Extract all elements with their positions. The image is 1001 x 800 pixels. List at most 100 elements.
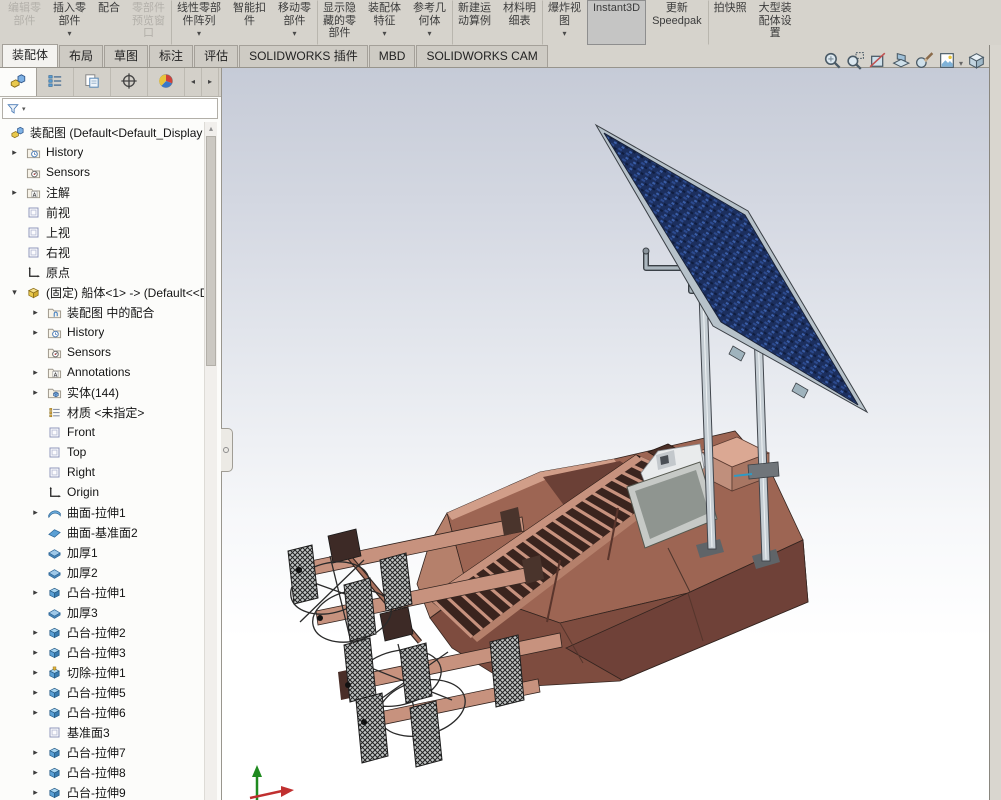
dropdown-arrow-icon[interactable]: ▾ — [562, 29, 566, 38]
scrollbar-thumb[interactable] — [206, 136, 216, 366]
displaymanager-tab[interactable] — [148, 68, 185, 96]
ribbon-button[interactable]: 移动零 部件 ▾ — [272, 0, 317, 45]
tree-item[interactable]: Sensors — [0, 342, 204, 362]
featuremanager-tab[interactable] — [0, 68, 37, 96]
expander-icon[interactable] — [25, 782, 46, 800]
tree-item[interactable]: 凸台-拉伸8 — [0, 762, 204, 782]
display-style-button[interactable] — [965, 49, 988, 77]
expander-icon[interactable] — [25, 682, 46, 702]
tree-item[interactable]: 原点 — [0, 262, 204, 282]
solar-panel[interactable] — [596, 125, 867, 412]
ribbon-button[interactable]: 线性零部 件阵列 ▾ — [171, 0, 227, 45]
tree-item[interactable]: History — [0, 322, 204, 342]
tree-item[interactable]: 凸台-拉伸6 — [0, 702, 204, 722]
expander-icon[interactable] — [25, 502, 46, 522]
tree-item[interactable]: 装配图 (Default<Default_Display S — [0, 122, 204, 142]
tree-item[interactable]: History — [0, 142, 204, 162]
ribbon-button[interactable]: 爆炸视 图 ▾ — [542, 0, 587, 45]
scroll-up-arrow-icon[interactable]: ▴ — [205, 122, 217, 135]
ribbon-button[interactable]: Instant3D — [587, 0, 646, 45]
dropdown-arrow-icon[interactable]: ▾ — [382, 29, 386, 38]
expander-icon[interactable] — [25, 762, 46, 782]
tree-item[interactable]: 凸台-拉伸1 — [0, 582, 204, 602]
tree-item[interactable]: 凸台-拉伸9 — [0, 782, 204, 800]
zoom-to-area-button[interactable] — [844, 49, 867, 77]
ribbon-tab[interactable]: 草图 — [104, 45, 148, 67]
expander-icon[interactable] — [25, 362, 46, 382]
graphics-viewport[interactable] — [222, 68, 989, 800]
dropdown-arrow-icon[interactable]: ▾ — [197, 29, 201, 38]
ribbon-button[interactable]: 配合 — [92, 0, 126, 45]
tree-item[interactable]: 基准面3 — [0, 722, 204, 742]
expander-icon[interactable] — [4, 182, 25, 202]
ribbon-button[interactable]: 智能扣 件 — [227, 0, 272, 45]
tree-item[interactable]: 右视 — [0, 242, 204, 262]
tree-item[interactable]: Top — [0, 442, 204, 462]
dropdown-arrow-icon[interactable]: ▾ — [67, 29, 71, 38]
tree-item[interactable]: 加厚2 — [0, 562, 204, 582]
expander-icon[interactable] — [25, 622, 46, 642]
tree-item[interactable]: Right — [0, 462, 204, 482]
ribbon-button[interactable]: 大型装 配体设 置 — [753, 0, 798, 45]
dropdown-arrow-icon[interactable]: ▾ — [427, 29, 431, 38]
tree-item[interactable]: 加厚1 — [0, 542, 204, 562]
dropdown-arrow-icon[interactable]: ▾ — [292, 29, 296, 38]
tree-item[interactable]: 凸台-拉伸2 — [0, 622, 204, 642]
tree-item[interactable]: (固定) 船体<1> -> (Default<<D — [0, 282, 204, 302]
ribbon-button[interactable]: 材料明 细表 — [497, 0, 542, 45]
tree-item[interactable]: 上视 — [0, 222, 204, 242]
expander-icon[interactable] — [25, 302, 46, 322]
tree-item[interactable]: 曲面-拉伸1 — [0, 502, 204, 522]
expander-icon[interactable] — [25, 742, 46, 762]
tree-item[interactable]: 凸台-拉伸3 — [0, 642, 204, 662]
ribbon-tab[interactable]: MBD — [369, 45, 416, 67]
section-view-button[interactable] — [867, 49, 890, 77]
expander-icon[interactable] — [25, 702, 46, 722]
ribbon-button[interactable]: 编辑零 部件 — [2, 0, 47, 45]
ribbon-button[interactable]: 零部件 预览窗 口 — [126, 0, 171, 45]
ribbon-tab[interactable]: SOLIDWORKS 插件 — [239, 45, 368, 67]
tree-scrollbar[interactable]: ▴ — [204, 122, 217, 800]
ribbon-tab[interactable]: 标注 — [149, 45, 193, 67]
expander-icon[interactable] — [25, 642, 46, 662]
tree-item[interactable]: Origin — [0, 482, 204, 502]
view-orientation-button[interactable] — [890, 49, 913, 77]
panel-collapse-handle[interactable] — [221, 428, 233, 472]
tree-item[interactable]: 凸台-拉伸7 — [0, 742, 204, 762]
expander-icon[interactable] — [4, 282, 25, 302]
ribbon-button[interactable]: 拍快照 — [708, 0, 753, 45]
tree-item[interactable]: 注解 — [0, 182, 204, 202]
panel-tab-prev[interactable]: ◂ — [185, 68, 202, 96]
expander-icon[interactable] — [25, 322, 46, 342]
tree-item[interactable]: 实体(144) — [0, 382, 204, 402]
tree-item[interactable]: 材质 <未指定> — [0, 402, 204, 422]
ribbon-button[interactable]: 参考几 何体 ▾ — [407, 0, 452, 45]
tree-filter[interactable]: ▾ — [2, 98, 218, 119]
edit-appearance-button[interactable] — [913, 49, 936, 77]
ribbon-tab[interactable]: 评估 — [194, 45, 238, 67]
apply-scene-button[interactable]: ▾ — [936, 49, 965, 77]
expander-icon[interactable] — [25, 382, 46, 402]
tree-item[interactable]: 凸台-拉伸5 — [0, 682, 204, 702]
configurationmanager-tab[interactable] — [74, 68, 111, 96]
ribbon-button[interactable]: 更新 Speedpak — [646, 0, 708, 45]
tree-item[interactable]: Annotations — [0, 362, 204, 382]
ribbon-tab[interactable]: 布局 — [59, 45, 103, 67]
dropdown-arrow-icon[interactable]: ▾ — [959, 59, 963, 68]
tree-item[interactable]: 前视 — [0, 202, 204, 222]
task-pane-edge[interactable] — [989, 45, 1001, 800]
dimxpertmanager-tab[interactable] — [111, 68, 148, 96]
tree-item[interactable]: Sensors — [0, 162, 204, 182]
expander-icon[interactable] — [25, 582, 46, 602]
model-canvas[interactable] — [222, 68, 989, 800]
propertymanager-tab[interactable] — [37, 68, 74, 96]
ribbon-tab[interactable]: 装配体 — [2, 44, 58, 67]
ribbon-button[interactable]: 装配体 特征 ▾ — [362, 0, 407, 45]
tree-item[interactable]: 装配图 中的配合 — [0, 302, 204, 322]
tree-item[interactable]: 曲面-基准面2 — [0, 522, 204, 542]
zoom-to-fit-button[interactable] — [821, 49, 844, 77]
ribbon-button[interactable]: 显示隐 藏的零 部件 — [317, 0, 362, 45]
ribbon-button[interactable]: 新建运 动算例 — [452, 0, 497, 45]
tree-item[interactable]: 切除-拉伸1 — [0, 662, 204, 682]
tree-item[interactable]: 加厚3 — [0, 602, 204, 622]
